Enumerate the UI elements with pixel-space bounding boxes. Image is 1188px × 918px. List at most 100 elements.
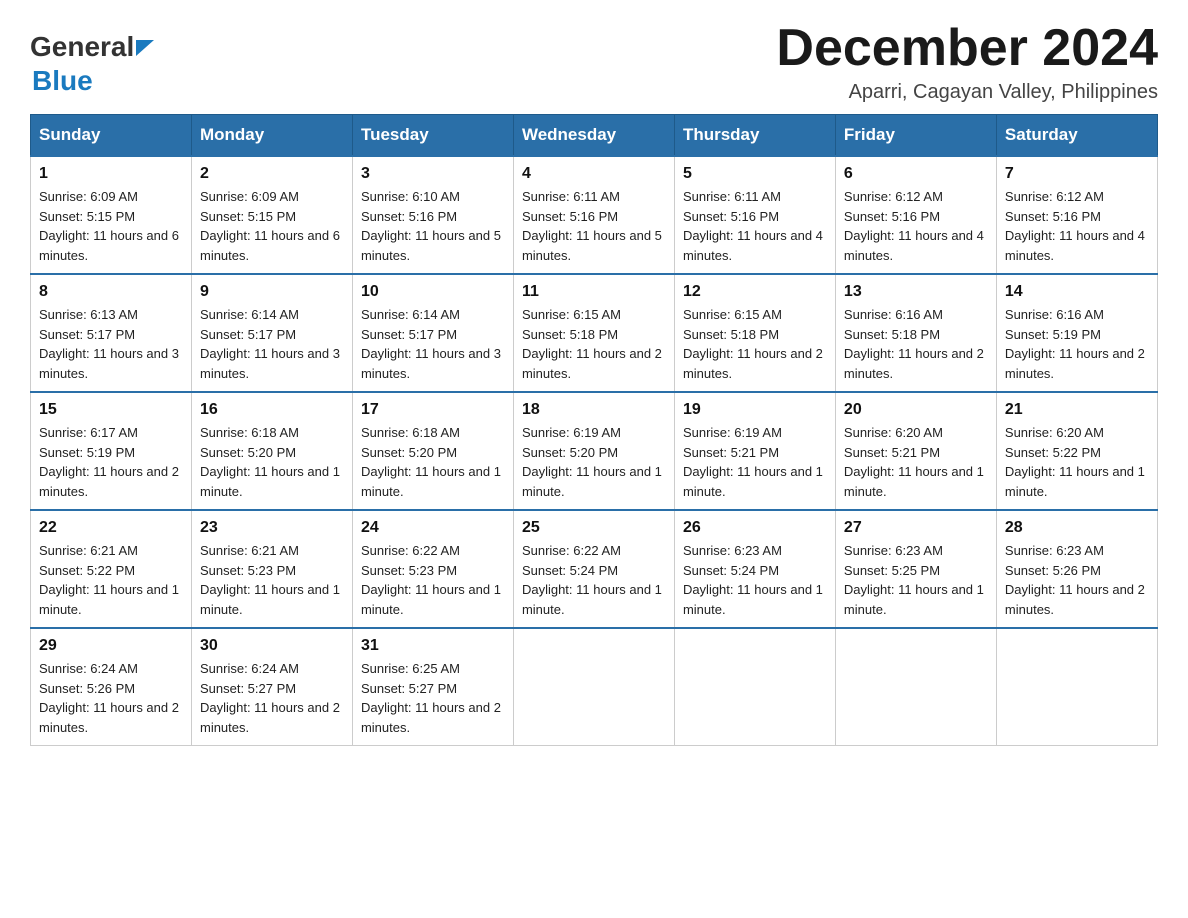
day-number: 19 [683, 401, 827, 419]
day-info: Sunrise: 6:18 AMSunset: 5:20 PMDaylight:… [361, 425, 501, 499]
header-tuesday: Tuesday [352, 115, 513, 157]
day-number: 17 [361, 401, 505, 419]
day-info: Sunrise: 6:24 AMSunset: 5:27 PMDaylight:… [200, 661, 340, 735]
calendar-day-cell: 9 Sunrise: 6:14 AMSunset: 5:17 PMDayligh… [191, 274, 352, 392]
day-number: 23 [200, 519, 344, 537]
day-info: Sunrise: 6:19 AMSunset: 5:21 PMDaylight:… [683, 425, 823, 499]
calendar-day-cell [835, 628, 996, 746]
day-info: Sunrise: 6:12 AMSunset: 5:16 PMDaylight:… [844, 189, 984, 263]
calendar-day-cell: 28 Sunrise: 6:23 AMSunset: 5:26 PMDaylig… [996, 510, 1157, 628]
day-number: 7 [1005, 165, 1149, 183]
header-friday: Friday [835, 115, 996, 157]
calendar-day-cell [513, 628, 674, 746]
calendar-day-cell: 5 Sunrise: 6:11 AMSunset: 5:16 PMDayligh… [674, 156, 835, 274]
day-number: 12 [683, 283, 827, 301]
day-info: Sunrise: 6:23 AMSunset: 5:26 PMDaylight:… [1005, 543, 1145, 617]
header-thursday: Thursday [674, 115, 835, 157]
calendar-day-cell: 24 Sunrise: 6:22 AMSunset: 5:23 PMDaylig… [352, 510, 513, 628]
day-number: 31 [361, 637, 505, 655]
calendar-day-cell [674, 628, 835, 746]
day-info: Sunrise: 6:22 AMSunset: 5:23 PMDaylight:… [361, 543, 501, 617]
day-info: Sunrise: 6:12 AMSunset: 5:16 PMDaylight:… [1005, 189, 1145, 263]
day-info: Sunrise: 6:23 AMSunset: 5:24 PMDaylight:… [683, 543, 823, 617]
day-info: Sunrise: 6:19 AMSunset: 5:20 PMDaylight:… [522, 425, 662, 499]
calendar-day-cell: 2 Sunrise: 6:09 AMSunset: 5:15 PMDayligh… [191, 156, 352, 274]
calendar-day-cell: 14 Sunrise: 6:16 AMSunset: 5:19 PMDaylig… [996, 274, 1157, 392]
day-number: 11 [522, 283, 666, 301]
title-block: December 2024 Aparri, Cagayan Valley, Ph… [776, 20, 1158, 104]
day-info: Sunrise: 6:11 AMSunset: 5:16 PMDaylight:… [683, 189, 823, 263]
logo: General Blue [30, 30, 154, 97]
day-info: Sunrise: 6:18 AMSunset: 5:20 PMDaylight:… [200, 425, 340, 499]
calendar-body: 1 Sunrise: 6:09 AMSunset: 5:15 PMDayligh… [31, 156, 1158, 746]
day-number: 22 [39, 519, 183, 537]
day-info: Sunrise: 6:09 AMSunset: 5:15 PMDaylight:… [39, 189, 179, 263]
day-number: 4 [522, 165, 666, 183]
day-number: 25 [522, 519, 666, 537]
day-number: 5 [683, 165, 827, 183]
day-number: 13 [844, 283, 988, 301]
calendar-table: Sunday Monday Tuesday Wednesday Thursday… [30, 114, 1158, 746]
calendar-day-cell: 15 Sunrise: 6:17 AMSunset: 5:19 PMDaylig… [31, 392, 192, 510]
logo-general-text: General [30, 30, 134, 64]
calendar-day-cell: 1 Sunrise: 6:09 AMSunset: 5:15 PMDayligh… [31, 156, 192, 274]
logo-blue-text: Blue [32, 65, 93, 96]
location-subtitle: Aparri, Cagayan Valley, Philippines [776, 81, 1158, 104]
day-number: 8 [39, 283, 183, 301]
header-monday: Monday [191, 115, 352, 157]
day-number: 29 [39, 637, 183, 655]
day-number: 28 [1005, 519, 1149, 537]
header-saturday: Saturday [996, 115, 1157, 157]
calendar-week-row: 8 Sunrise: 6:13 AMSunset: 5:17 PMDayligh… [31, 274, 1158, 392]
day-number: 15 [39, 401, 183, 419]
day-number: 14 [1005, 283, 1149, 301]
calendar-day-cell: 22 Sunrise: 6:21 AMSunset: 5:22 PMDaylig… [31, 510, 192, 628]
day-info: Sunrise: 6:20 AMSunset: 5:22 PMDaylight:… [1005, 425, 1145, 499]
page-header: General Blue December 2024 Aparri, Cagay… [30, 20, 1158, 104]
day-info: Sunrise: 6:23 AMSunset: 5:25 PMDaylight:… [844, 543, 984, 617]
day-info: Sunrise: 6:14 AMSunset: 5:17 PMDaylight:… [200, 307, 340, 381]
day-info: Sunrise: 6:22 AMSunset: 5:24 PMDaylight:… [522, 543, 662, 617]
day-info: Sunrise: 6:15 AMSunset: 5:18 PMDaylight:… [683, 307, 823, 381]
day-info: Sunrise: 6:24 AMSunset: 5:26 PMDaylight:… [39, 661, 179, 735]
calendar-day-cell: 17 Sunrise: 6:18 AMSunset: 5:20 PMDaylig… [352, 392, 513, 510]
calendar-week-row: 15 Sunrise: 6:17 AMSunset: 5:19 PMDaylig… [31, 392, 1158, 510]
calendar-day-cell: 30 Sunrise: 6:24 AMSunset: 5:27 PMDaylig… [191, 628, 352, 746]
calendar-day-cell: 20 Sunrise: 6:20 AMSunset: 5:21 PMDaylig… [835, 392, 996, 510]
calendar-day-cell: 21 Sunrise: 6:20 AMSunset: 5:22 PMDaylig… [996, 392, 1157, 510]
calendar-day-cell: 6 Sunrise: 6:12 AMSunset: 5:16 PMDayligh… [835, 156, 996, 274]
calendar-day-cell: 10 Sunrise: 6:14 AMSunset: 5:17 PMDaylig… [352, 274, 513, 392]
calendar-day-cell: 26 Sunrise: 6:23 AMSunset: 5:24 PMDaylig… [674, 510, 835, 628]
day-number: 10 [361, 283, 505, 301]
calendar-day-cell: 11 Sunrise: 6:15 AMSunset: 5:18 PMDaylig… [513, 274, 674, 392]
day-number: 18 [522, 401, 666, 419]
day-number: 20 [844, 401, 988, 419]
calendar-day-cell: 3 Sunrise: 6:10 AMSunset: 5:16 PMDayligh… [352, 156, 513, 274]
day-info: Sunrise: 6:16 AMSunset: 5:18 PMDaylight:… [844, 307, 984, 381]
header-wednesday: Wednesday [513, 115, 674, 157]
day-info: Sunrise: 6:11 AMSunset: 5:16 PMDaylight:… [522, 189, 662, 263]
calendar-day-cell: 18 Sunrise: 6:19 AMSunset: 5:20 PMDaylig… [513, 392, 674, 510]
day-number: 26 [683, 519, 827, 537]
day-number: 27 [844, 519, 988, 537]
logo-chevron-icon [136, 40, 154, 56]
day-number: 16 [200, 401, 344, 419]
day-number: 9 [200, 283, 344, 301]
calendar-day-cell [996, 628, 1157, 746]
calendar-day-cell: 29 Sunrise: 6:24 AMSunset: 5:26 PMDaylig… [31, 628, 192, 746]
weekday-header-row: Sunday Monday Tuesday Wednesday Thursday… [31, 115, 1158, 157]
day-info: Sunrise: 6:13 AMSunset: 5:17 PMDaylight:… [39, 307, 179, 381]
calendar-day-cell: 4 Sunrise: 6:11 AMSunset: 5:16 PMDayligh… [513, 156, 674, 274]
day-number: 24 [361, 519, 505, 537]
calendar-day-cell: 8 Sunrise: 6:13 AMSunset: 5:17 PMDayligh… [31, 274, 192, 392]
day-info: Sunrise: 6:16 AMSunset: 5:19 PMDaylight:… [1005, 307, 1145, 381]
calendar-day-cell: 16 Sunrise: 6:18 AMSunset: 5:20 PMDaylig… [191, 392, 352, 510]
calendar-week-row: 22 Sunrise: 6:21 AMSunset: 5:22 PMDaylig… [31, 510, 1158, 628]
day-info: Sunrise: 6:25 AMSunset: 5:27 PMDaylight:… [361, 661, 501, 735]
day-info: Sunrise: 6:14 AMSunset: 5:17 PMDaylight:… [361, 307, 501, 381]
calendar-day-cell: 27 Sunrise: 6:23 AMSunset: 5:25 PMDaylig… [835, 510, 996, 628]
day-number: 2 [200, 165, 344, 183]
calendar-week-row: 29 Sunrise: 6:24 AMSunset: 5:26 PMDaylig… [31, 628, 1158, 746]
day-number: 1 [39, 165, 183, 183]
calendar-day-cell: 13 Sunrise: 6:16 AMSunset: 5:18 PMDaylig… [835, 274, 996, 392]
